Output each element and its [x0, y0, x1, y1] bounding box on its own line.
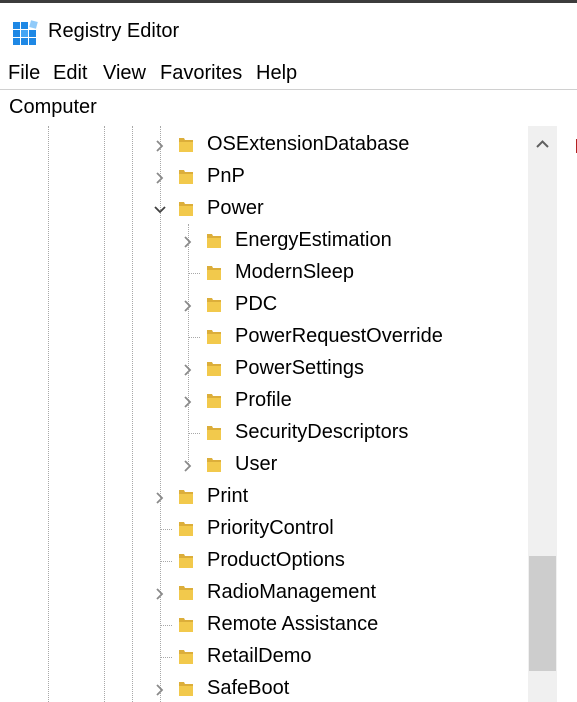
chevron-right-icon[interactable] — [153, 171, 167, 185]
menu-edit[interactable]: Edit — [53, 62, 87, 85]
chevron-right-icon[interactable] — [153, 139, 167, 153]
tree-node-label[interactable]: PriorityControl — [207, 517, 334, 540]
tree-guide-line — [160, 529, 172, 530]
tree-node-label[interactable]: OSExtensionDatabase — [207, 133, 409, 156]
tree-node[interactable]: User — [0, 449, 528, 481]
tree-node[interactable]: Remote Assistance — [0, 609, 528, 641]
tree-node-label[interactable]: PnP — [207, 165, 245, 188]
tree-node-label[interactable]: Print — [207, 485, 248, 508]
folder-icon — [179, 490, 193, 504]
tree-node-label[interactable]: PowerSettings — [235, 357, 364, 380]
values-pane[interactable] — [563, 126, 577, 702]
folder-icon — [207, 234, 221, 248]
folder-icon — [207, 362, 221, 376]
tree-node-label[interactable]: PowerRequestOverride — [235, 325, 443, 348]
tree-node[interactable]: PDC — [0, 289, 528, 321]
tree-node[interactable]: ProductOptions — [0, 545, 528, 577]
tree-node[interactable]: PriorityControl — [0, 513, 528, 545]
tree-node[interactable]: SecurityDescriptors — [0, 417, 528, 449]
folder-icon — [179, 682, 193, 696]
tree-node-label[interactable]: RadioManagement — [207, 581, 376, 604]
folder-icon — [207, 266, 221, 280]
tree-node-label[interactable]: EnergyEstimation — [235, 229, 392, 252]
tree-node[interactable]: PowerRequestOverride — [0, 321, 528, 353]
tree-guide-line — [188, 433, 200, 434]
tree-node[interactable]: RadioManagement — [0, 577, 528, 609]
tree-node-label[interactable]: ProductOptions — [207, 549, 345, 572]
chevron-down-icon[interactable] — [153, 203, 167, 217]
folder-icon — [179, 202, 193, 216]
tree-node-label[interactable]: RetailDemo — [207, 645, 311, 668]
menu-view[interactable]: View — [103, 62, 146, 85]
tree-node-label[interactable]: ModernSleep — [235, 261, 354, 284]
tree-node[interactable]: PnP — [0, 161, 528, 193]
chevron-right-icon[interactable] — [181, 235, 195, 249]
folder-icon — [179, 586, 193, 600]
tree-scrollbar[interactable] — [528, 126, 557, 702]
tree-node-label[interactable]: Remote Assistance — [207, 613, 378, 636]
tree-guide-line — [188, 337, 200, 338]
title-bar[interactable]: Registry Editor — [0, 3, 577, 57]
tree-node[interactable]: EnergyEstimation — [0, 225, 528, 257]
registry-editor-icon — [13, 20, 38, 45]
tree-node[interactable]: PowerSettings — [0, 353, 528, 385]
tree-node-label[interactable]: SafeBoot — [207, 677, 289, 700]
address-bar[interactable]: Computer — [0, 89, 577, 127]
tree-node[interactable]: RetailDemo — [0, 641, 528, 673]
folder-icon — [207, 426, 221, 440]
menu-bar: File Edit View Favorites Help — [0, 58, 577, 88]
tree-node-label[interactable]: SecurityDescriptors — [235, 421, 408, 444]
tree-node[interactable]: SafeBoot — [0, 673, 528, 702]
tree-node[interactable]: ModernSleep — [0, 257, 528, 289]
chevron-right-icon[interactable] — [181, 395, 195, 409]
tree-node-label[interactable]: Power — [207, 197, 264, 220]
scrollbar-thumb[interactable] — [529, 556, 556, 671]
tree-guide-line — [188, 273, 200, 274]
folder-icon — [179, 618, 193, 632]
folder-icon — [207, 394, 221, 408]
folder-icon — [207, 458, 221, 472]
tree-node[interactable]: Print — [0, 481, 528, 513]
tree-guide-line — [160, 657, 172, 658]
tree-guide-line — [160, 625, 172, 626]
menu-help[interactable]: Help — [256, 62, 297, 85]
folder-icon — [207, 298, 221, 312]
tree-node-label[interactable]: User — [235, 453, 277, 476]
tree-node[interactable]: Power — [0, 193, 528, 225]
window-title: Registry Editor — [48, 20, 180, 42]
tree-node[interactable]: OSExtensionDatabase — [0, 129, 528, 161]
tree-node-label[interactable]: Profile — [235, 389, 292, 412]
address-path[interactable]: Computer — [9, 96, 97, 119]
menu-file[interactable]: File — [8, 62, 40, 85]
tree-guide-line — [160, 561, 172, 562]
folder-icon — [179, 554, 193, 568]
folder-icon — [207, 330, 221, 344]
tree-node[interactable]: Profile — [0, 385, 528, 417]
chevron-right-icon[interactable] — [153, 683, 167, 697]
tree-node-label[interactable]: PDC — [235, 293, 277, 316]
chevron-right-icon[interactable] — [153, 491, 167, 505]
chevron-right-icon[interactable] — [181, 299, 195, 313]
chevron-right-icon[interactable] — [153, 587, 167, 601]
folder-icon — [179, 138, 193, 152]
scroll-up-arrow-icon[interactable] — [528, 134, 557, 154]
folder-icon — [179, 522, 193, 536]
registry-tree[interactable]: OSExtensionDatabase PnP Power EnergyEstimat… — [0, 126, 528, 702]
menu-favorites[interactable]: Favorites — [160, 62, 242, 85]
folder-icon — [179, 650, 193, 664]
chevron-right-icon[interactable] — [181, 459, 195, 473]
chevron-right-icon[interactable] — [181, 363, 195, 377]
folder-icon — [179, 170, 193, 184]
